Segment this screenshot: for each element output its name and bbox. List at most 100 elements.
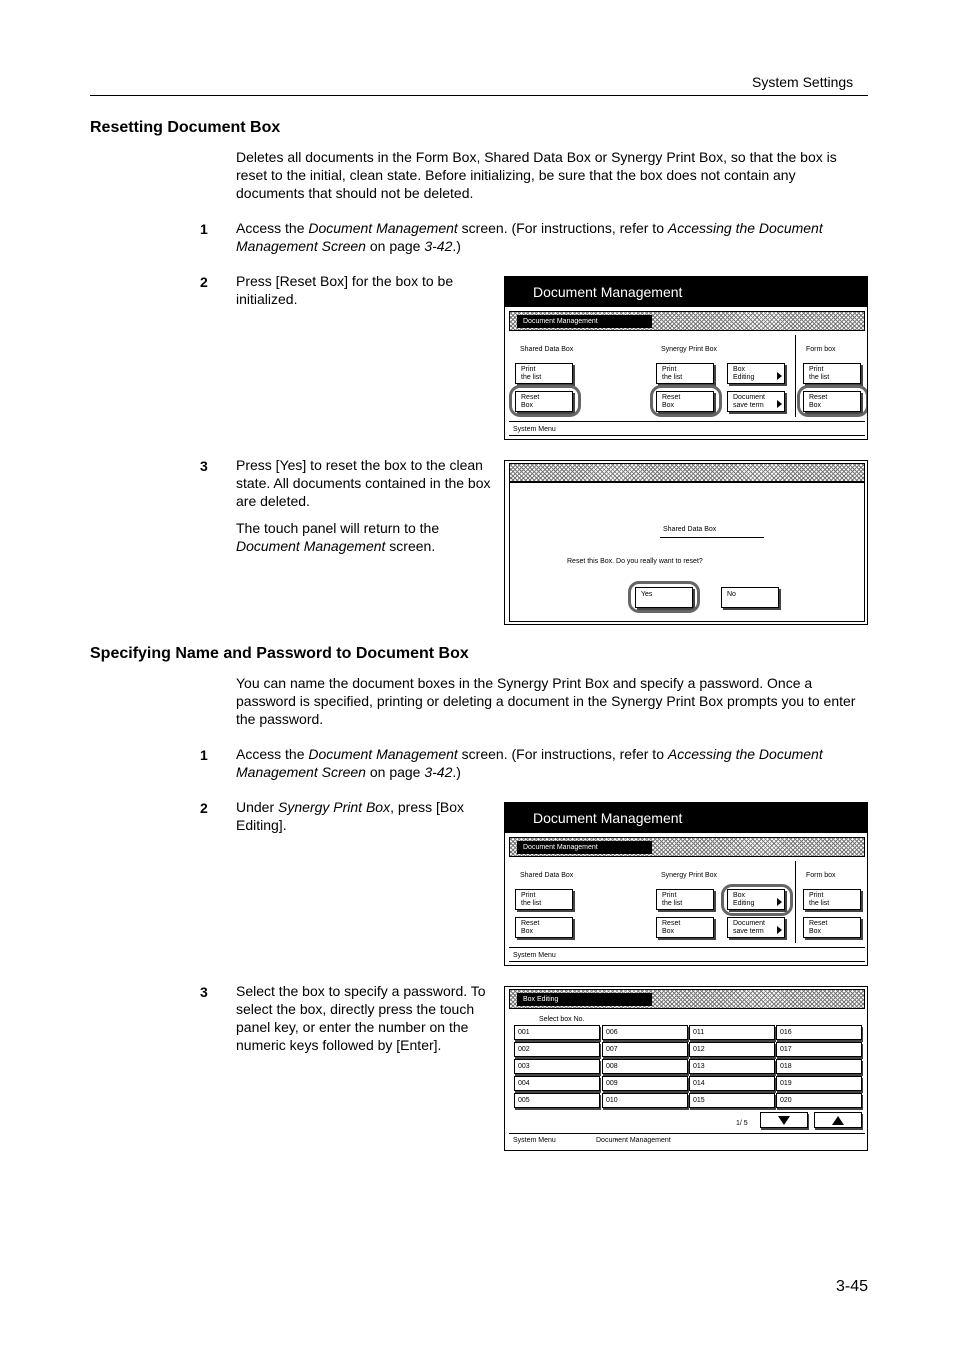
form-box-label: Form box [806,872,836,879]
highlight-ring [797,385,867,417]
step-number: 2 [200,800,208,816]
synergy-print-box-label: Synergy Print Box [661,346,718,353]
system-menu-breadcrumb[interactable]: System Menu [513,1136,556,1145]
page-up-button[interactable] [814,1112,862,1128]
step3-text: Select the box to specify a password. To… [236,983,486,1053]
intro-paragraph-reset: Deletes all documents in the Form Box, S… [236,149,837,201]
box-number-key[interactable]: 008 [602,1059,688,1074]
highlight-ring [628,581,700,613]
step-number: 1 [200,221,208,237]
box-name-label: Shared Data Box [663,526,717,533]
box-number-key[interactable]: 007 [602,1042,688,1057]
box-number-key[interactable]: 009 [602,1076,688,1091]
no-button[interactable]: No [721,587,779,608]
reset-box-button[interactable]: Reset Box [515,917,573,938]
shared-data-box-label: Shared Data Box [520,872,574,879]
tab-strip: Document Management [509,311,865,331]
name-underline [660,537,764,538]
box-number-key[interactable]: 016 [776,1025,862,1040]
system-menu-breadcrumb[interactable]: System Menu [513,425,556,434]
highlight-ring [509,385,581,417]
page-number: 3-45 [836,1278,869,1295]
footer-rule [509,947,865,948]
step-number: 2 [200,274,208,290]
highlight-ring [650,385,722,417]
reset-box-button[interactable]: Reset Box [656,917,714,938]
box-number-key[interactable]: 014 [689,1076,775,1091]
step2-text: Press [Reset Box] for the box to be init… [236,273,454,307]
print-list-button[interactable]: Print the list [656,889,714,910]
box-editing-screen: Box Editing Select box No. 001 002 003 004 0… [504,986,868,1151]
divider [795,861,796,943]
step-number: 3 [200,458,208,474]
tab-box-editing[interactable]: Box Editing [517,993,652,1006]
footer-rule [509,961,865,962]
print-list-button[interactable]: Print the list [803,363,861,384]
system-menu-breadcrumb[interactable]: System Menu [513,951,556,960]
hatch-bar [509,463,865,483]
page-down-button[interactable] [760,1112,808,1128]
tab-document-management[interactable]: Document Management [517,841,652,854]
footer-rule [509,421,865,422]
print-list-button[interactable]: Print the list [656,363,714,384]
tab-strip: Document Management [509,837,865,857]
step1-text: Access the Document Management screen. (… [236,746,823,780]
tab-document-management[interactable]: Document Management [517,315,652,328]
step1-text: Access the Document Management screen. (… [236,220,823,254]
reset-question: Reset this Box. Do you really want to re… [567,558,703,565]
footer-rule [509,1133,865,1134]
box-number-key[interactable]: 004 [514,1076,600,1091]
triangle-up-icon [832,1116,844,1125]
box-number-key[interactable]: 012 [689,1042,775,1057]
box-number-key[interactable]: 018 [776,1059,862,1074]
box-number-key[interactable]: 019 [776,1076,862,1091]
box-number-key[interactable]: 001 [514,1025,600,1040]
arrow-right-icon [777,400,782,408]
print-list-button[interactable]: Print the list [515,889,573,910]
header-rule [90,95,868,96]
step-number: 3 [200,984,208,1000]
triangle-down-icon [778,1116,790,1125]
intro-paragraph-name-password: You can name the document boxes in the S… [236,675,856,727]
step2-text: Under Synergy Print Box, press [Box Edit… [236,799,465,833]
box-number-key[interactable]: 005 [514,1093,600,1108]
document-management-breadcrumb[interactable]: Document Management [596,1136,671,1145]
step3-text: Press [Yes] to reset the box to the clea… [236,457,491,509]
box-number-key[interactable]: 017 [776,1042,862,1057]
box-number-key[interactable]: 006 [602,1025,688,1040]
box-number-key[interactable]: 002 [514,1042,600,1057]
reset-box-button[interactable]: Reset Box [803,917,861,938]
box-number-key[interactable]: 013 [689,1059,775,1074]
print-list-button[interactable]: Print the list [515,363,573,384]
reset-confirm-screen: Shared Data Box Reset this Box. Do you r… [504,460,868,625]
footer-rule [509,435,865,436]
document-save-term-button[interactable]: Document save term [727,391,785,412]
step3-note: The touch panel will return to the Docum… [236,520,440,554]
page-indicator: 1/ 5 [736,1120,748,1127]
box-number-key[interactable]: 003 [514,1059,600,1074]
box-number-key[interactable]: 015 [689,1093,775,1108]
screen-title: Document Management [505,803,867,833]
document-management-screen: Document Management Document Management … [504,276,868,440]
arrow-right-icon [777,372,782,380]
shared-data-box-label: Shared Data Box [520,346,574,353]
step-number: 1 [200,747,208,763]
screen-title: Document Management [505,277,867,307]
document-management-screen: Document Management Document Management … [504,802,868,966]
print-list-button[interactable]: Print the list [803,889,861,910]
section-title-name-password: Specifying Name and Password to Document… [90,645,469,662]
running-header: System Settings [752,74,854,90]
box-number-key[interactable]: 020 [776,1093,862,1108]
select-box-label: Select box No. [539,1016,585,1023]
tab-strip: Box Editing [509,989,865,1009]
box-number-key[interactable]: 011 [689,1025,775,1040]
document-save-term-button[interactable]: Document save term [727,917,785,938]
box-editing-button[interactable]: Box Editing [727,363,785,384]
highlight-ring [721,884,793,916]
section-title-reset: Resetting Document Box [90,119,281,136]
arrow-right-icon [777,926,782,934]
box-number-key[interactable]: 010 [602,1093,688,1108]
divider [795,335,796,417]
form-box-label: Form box [806,346,836,353]
synergy-print-box-label: Synergy Print Box [661,872,718,879]
